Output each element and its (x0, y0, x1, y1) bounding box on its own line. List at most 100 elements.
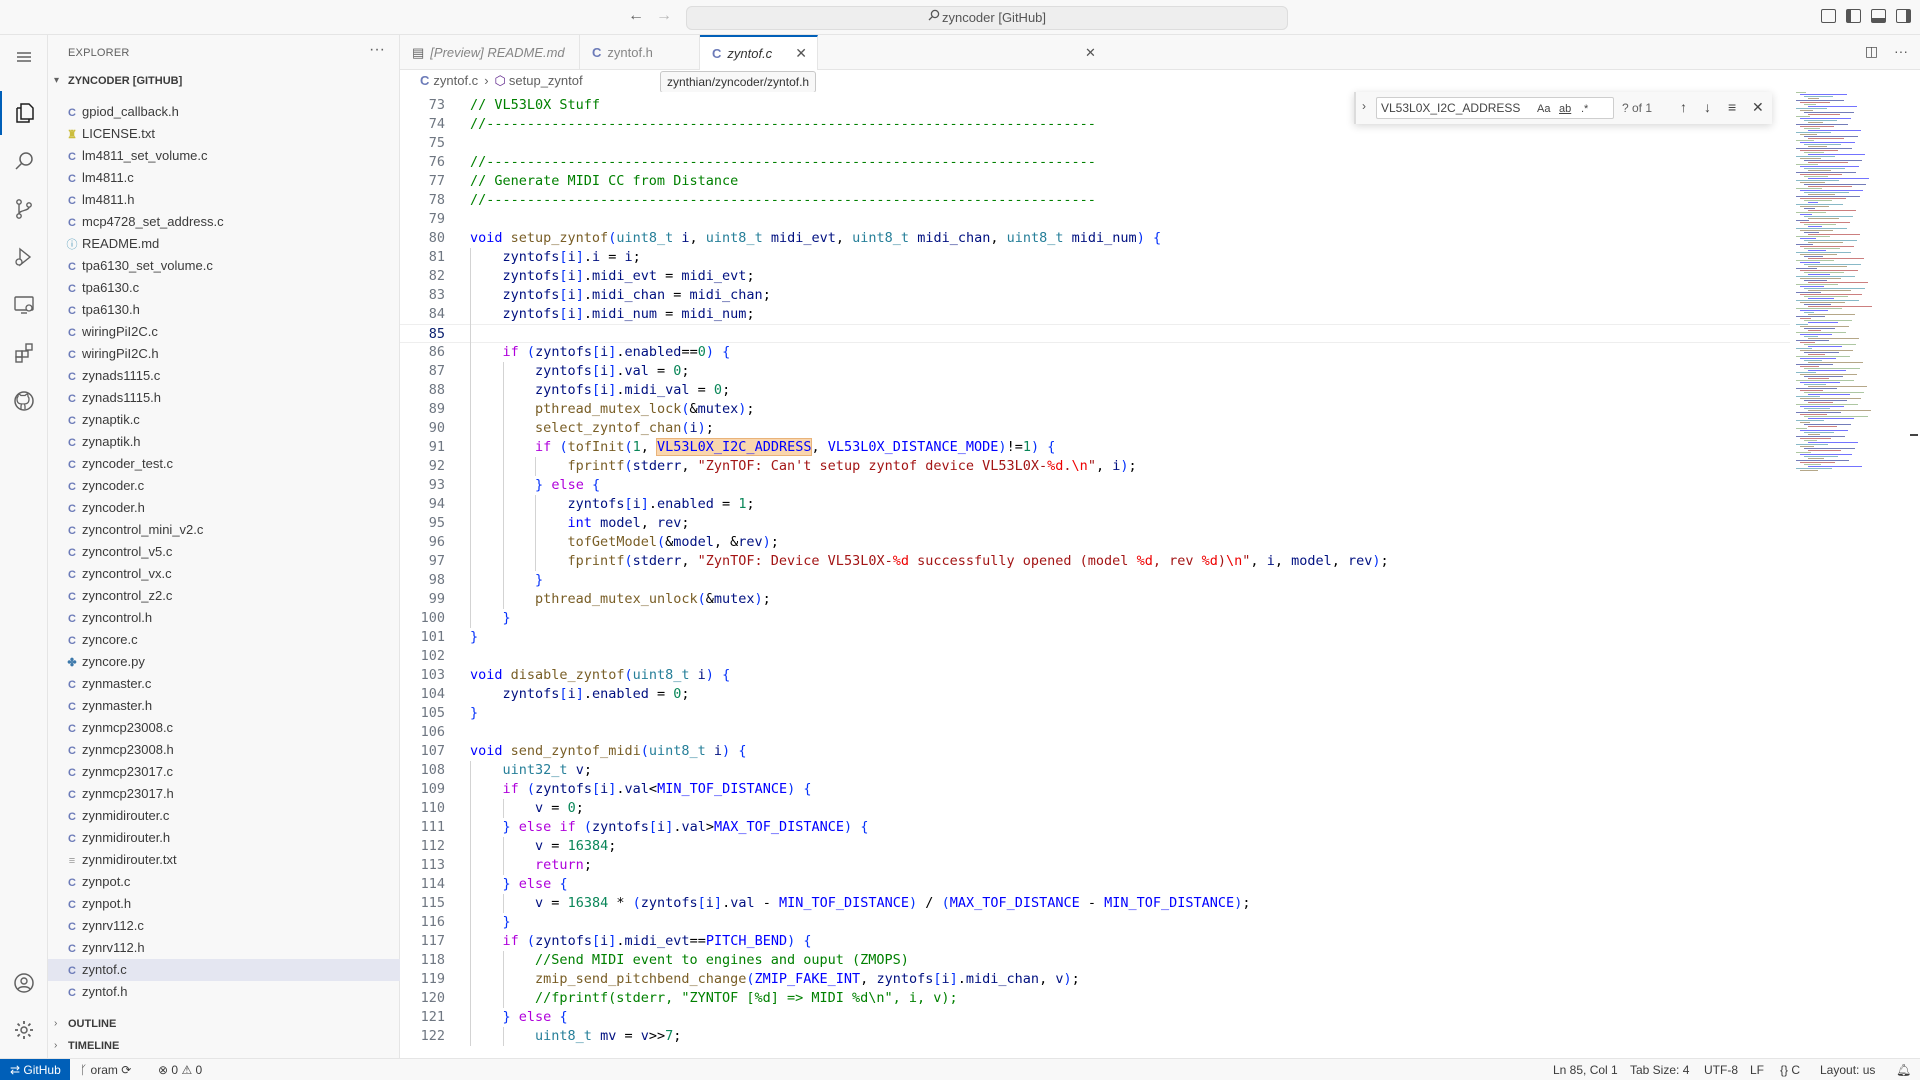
code-line[interactable]: 88 zyntofs[i].midi_val = 0; (400, 381, 1790, 400)
notifications-bell-icon[interactable]: 🔔︎ (1896, 1059, 1911, 1080)
remote-explorer-icon[interactable] (0, 283, 48, 327)
code-line[interactable]: 89 pthread_mutex_lock(&mutex); (400, 400, 1790, 419)
tab-readme-preview[interactable]: ▤ [Preview] README.md (400, 35, 580, 70)
file-item[interactable]: Czynmcp23017.h (48, 783, 400, 805)
file-item[interactable]: Czyncontrol.h (48, 607, 400, 629)
extensions-icon[interactable] (0, 331, 48, 375)
tab-zyntof-h[interactable]: Czyntof.h (580, 35, 700, 70)
file-item[interactable]: Czyncontrol_vx.c (48, 563, 400, 585)
code-line[interactable]: 101} (400, 628, 1790, 647)
toggle-secondary-sidebar-icon[interactable] (1896, 9, 1911, 23)
regex-icon[interactable]: .* (1581, 99, 1588, 119)
encoding[interactable]: UTF-8 (1704, 1059, 1738, 1080)
code-line[interactable]: 105} (400, 704, 1790, 723)
workspace-root-header[interactable]: ▾ ZYNCODER [GITHUB] (48, 70, 400, 92)
file-item[interactable]: Ctpa6130_set_volume.c (48, 255, 400, 277)
code-line[interactable]: 120 //fprintf(stderr, "ZYNTOF [%d] => MI… (400, 989, 1790, 1008)
code-line[interactable]: 91 if (tofInit(1, VL53L0X_I2C_ADDRESS, V… (400, 438, 1790, 457)
accounts-icon[interactable] (0, 961, 48, 1005)
code-line[interactable]: 112 v = 16384; (400, 837, 1790, 856)
code-line[interactable]: 106 (400, 723, 1790, 742)
find-input[interactable]: VL53L0X_I2C_ADDRESS Aa ab .* (1376, 97, 1614, 119)
code-line[interactable]: 114 } else { (400, 875, 1790, 894)
file-item[interactable]: Czyncoder.h (48, 497, 400, 519)
file-item[interactable]: Cmcp4728_set_address.c (48, 211, 400, 233)
code-line[interactable]: 86 if (zyntofs[i].enabled==0) { (400, 343, 1790, 362)
code-line[interactable]: 79 (400, 210, 1790, 229)
file-item[interactable]: Czynmcp23008.c (48, 717, 400, 739)
file-item[interactable]: Czynrv112.c (48, 915, 400, 937)
tab-size[interactable]: Tab Size: 4 (1630, 1059, 1689, 1080)
file-item[interactable]: ⓘ README.md (48, 233, 400, 255)
file-item[interactable]: CwiringPiI2C.h (48, 343, 400, 365)
code-line[interactable]: 92 fprintf(stderr, "ZynTOF: Can't setup … (400, 457, 1790, 476)
code-line[interactable]: 96 tofGetModel(&model, &rev); (400, 533, 1790, 552)
remote-indicator[interactable]: ⇄ GitHub (0, 1059, 70, 1080)
file-item[interactable]: Cgpiod_callback.h (48, 101, 400, 123)
code-line[interactable]: 98 } (400, 571, 1790, 590)
file-item[interactable]: Czynads1115.h (48, 387, 400, 409)
file-item[interactable]: ♜ LICENSE.txt (48, 123, 400, 145)
code-line[interactable]: 110 v = 0; (400, 799, 1790, 818)
file-item[interactable]: Czynpot.c (48, 871, 400, 893)
cursor-position[interactable]: Ln 85, Col 1 (1553, 1059, 1618, 1080)
tab-zyntof-c[interactable]: Czyntof.c ✕ (700, 35, 818, 70)
command-center[interactable]: zyncoder [GitHub] (686, 6, 1288, 30)
file-item[interactable]: Czyncore.c (48, 629, 400, 651)
file-item[interactable]: Czyncoder_test.c (48, 453, 400, 475)
outline-section-header[interactable]: › OUTLINE (48, 1013, 400, 1035)
toggle-replace-chevron-icon[interactable]: › (1362, 99, 1366, 113)
code-line[interactable]: 99 pthread_mutex_unlock(&mutex); (400, 590, 1790, 609)
menu-icon[interactable] (0, 35, 48, 79)
code-line[interactable]: 93 } else { (400, 476, 1790, 495)
file-item[interactable]: Clm4811.h (48, 189, 400, 211)
timeline-section-header[interactable]: › TIMELINE (48, 1035, 400, 1057)
code-line[interactable]: 102 (400, 647, 1790, 666)
file-item[interactable]: Czynmcp23017.c (48, 761, 400, 783)
language-mode[interactable]: {} C (1780, 1059, 1800, 1080)
toggle-primary-sidebar-icon[interactable] (1846, 9, 1861, 23)
file-item[interactable]: Czyncontrol_v5.c (48, 541, 400, 563)
code-line[interactable]: 82 zyntofs[i].midi_evt = midi_evt; (400, 267, 1790, 286)
previous-match-arrow-icon[interactable]: ↑ (1680, 99, 1687, 115)
find-in-selection-icon[interactable]: ≡ (1728, 99, 1736, 115)
problems-indicator[interactable]: ⊗ 0 ⚠ 0 (158, 1059, 202, 1080)
code-line[interactable]: 87 zyntofs[i].val = 0; (400, 362, 1790, 381)
settings-gear-icon[interactable] (0, 1008, 48, 1052)
more-actions-icon[interactable]: ··· (1894, 43, 1908, 59)
code-line[interactable]: 78 //------------------------------------… (400, 191, 1790, 210)
code-line[interactable]: 116 } (400, 913, 1790, 932)
file-item[interactable]: Czyncoder.c (48, 475, 400, 497)
keyboard-layout[interactable]: Layout: us (1820, 1059, 1875, 1080)
close-icon[interactable]: ✕ (1752, 99, 1764, 116)
code-line[interactable]: 113 return; (400, 856, 1790, 875)
file-item[interactable]: Czynmcp23008.h (48, 739, 400, 761)
file-item[interactable]: Ctpa6130.h (48, 299, 400, 321)
file-item[interactable]: Czynmidirouter.c (48, 805, 400, 827)
more-actions-icon[interactable]: ··· (369, 41, 385, 59)
split-editor-icon[interactable]: ◫ (1865, 43, 1878, 59)
breadcrumb-symbol[interactable]: setup_zyntof (509, 73, 583, 88)
file-item[interactable]: Czynrv112.h (48, 937, 400, 959)
next-match-arrow-icon[interactable]: ↓ (1704, 99, 1711, 115)
file-item[interactable]: ≡ zynmidirouter.txt (48, 849, 400, 871)
code-line[interactable]: 107 void send_zyntof_midi(uint8_t i) { (400, 742, 1790, 761)
code-line[interactable]: 103 void disable_zyntof(uint8_t i) { (400, 666, 1790, 685)
back-arrow-icon[interactable]: ← (628, 7, 644, 25)
file-item[interactable]: Clm4811_set_volume.c (48, 145, 400, 167)
code-line[interactable]: 108 uint32_t v; (400, 761, 1790, 780)
code-line[interactable]: 104 zyntofs[i].enabled = 0; (400, 685, 1790, 704)
file-item[interactable]: CwiringPiI2C.c (48, 321, 400, 343)
source-control-icon[interactable] (0, 187, 48, 231)
code-line[interactable]: 81 zyntofs[i].i = i; (400, 248, 1790, 267)
branch-indicator[interactable]: ᚴ oram ⟳ (80, 1059, 131, 1080)
close-icon[interactable]: ✕ (1085, 45, 1096, 61)
customize-layout-icon[interactable] (1821, 9, 1836, 23)
file-item[interactable]: Czynads1115.c (48, 365, 400, 387)
breadcrumb-file[interactable]: zyntof.c (433, 73, 478, 88)
file-item[interactable]: Czynaptik.h (48, 431, 400, 453)
code-line[interactable]: 97 fprintf(stderr, "ZynTOF: Device VL53L… (400, 552, 1790, 571)
match-whole-word-icon[interactable]: ab (1559, 99, 1571, 119)
code-editor[interactable]: 72//------------------------------------… (400, 92, 1920, 1058)
code-line[interactable]: 85 (400, 324, 1790, 343)
